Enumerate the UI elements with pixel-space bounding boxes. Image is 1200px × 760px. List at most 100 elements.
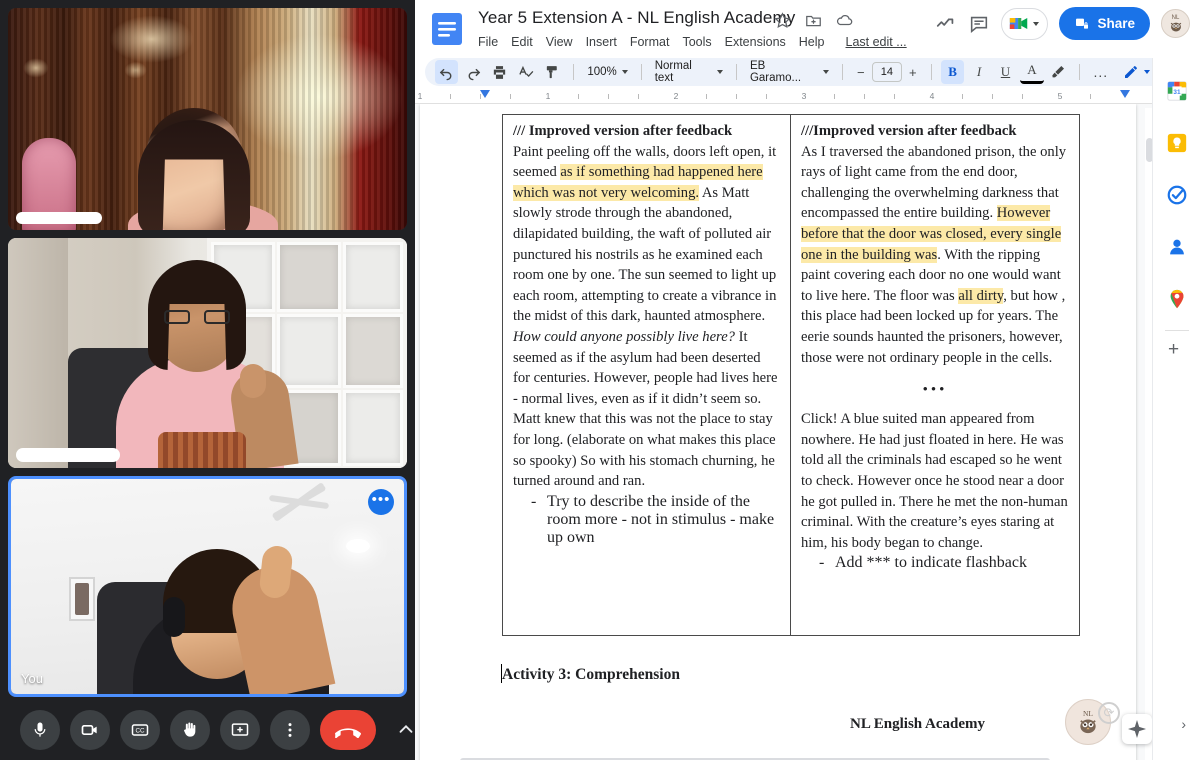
menu-insert[interactable]: Insert — [586, 35, 617, 49]
google-maps-icon[interactable] — [1166, 288, 1188, 310]
paint-format-button[interactable] — [541, 60, 564, 84]
cloud-offline-icon[interactable] — [835, 11, 854, 30]
menu-tools[interactable]: Tools — [682, 35, 711, 49]
font-size-input[interactable]: 14 — [871, 62, 902, 82]
font-family-select[interactable]: EB Garamo... — [746, 60, 833, 84]
toolbar-divider — [1079, 64, 1081, 80]
zoom-select[interactable]: 100% — [583, 66, 631, 78]
menu-view[interactable]: View — [546, 35, 573, 49]
docs-header: Year 5 Extension A - NL English Academy … — [415, 0, 1200, 58]
undo-button[interactable] — [435, 60, 459, 84]
raise-hand-button[interactable] — [170, 710, 210, 750]
share-lock-icon — [1076, 18, 1089, 29]
wall-frame-decor — [69, 577, 95, 621]
increase-font-size-button[interactable]: + — [904, 63, 922, 81]
italic-question: How could anyone possibly live here? — [513, 328, 735, 345]
google-contacts-icon[interactable] — [1166, 236, 1188, 258]
paragraph-style-select[interactable]: Normal text — [651, 60, 727, 84]
share-button[interactable]: Share — [1059, 7, 1150, 40]
toolbar-divider — [930, 64, 932, 80]
menu-file[interactable]: File — [478, 35, 498, 49]
print-button[interactable] — [488, 60, 511, 84]
google-tasks-icon[interactable] — [1166, 184, 1188, 206]
explore-fab-button[interactable] — [1122, 714, 1152, 744]
expand-rail-button[interactable]: › — [1181, 716, 1186, 732]
more-toolbar-options-button[interactable]: ... — [1089, 60, 1112, 84]
text-color-button[interactable]: A — [1020, 60, 1044, 84]
activity-chart-icon[interactable] — [935, 13, 957, 35]
microphone-button[interactable] — [20, 710, 60, 750]
ruler-number: 3 — [801, 91, 807, 101]
google-docs-logo-icon[interactable] — [432, 13, 462, 45]
account-avatar[interactable]: NL — [1161, 9, 1190, 38]
thumbs-up-gesture — [240, 364, 266, 398]
menu-edit[interactable]: Edit — [511, 35, 533, 49]
font-family-value: EB Garamo... — [749, 60, 802, 84]
google-docs-panel: Year 5 Extension A - NL English Academy … — [415, 0, 1200, 760]
bullet-text: Add *** to indicate flashback — [835, 554, 1027, 572]
present-button[interactable] — [220, 710, 260, 750]
highlighted-text: all dirty — [958, 287, 1004, 304]
bold-button[interactable]: B — [940, 60, 965, 84]
expand-controls-button[interactable] — [386, 710, 415, 750]
left-indent-marker[interactable] — [480, 90, 490, 98]
footer-brand-text: NL English Academy — [850, 716, 986, 732]
feedback-table[interactable]: /// Improved version after feedback Pain… — [502, 114, 1080, 636]
owl-logo-icon — [1170, 22, 1181, 32]
bullet-dash: - — [819, 554, 825, 572]
right-bullet-item: - Add *** to indicate flashback — [801, 554, 1069, 572]
document-canvas[interactable]: /// Improved version after feedback Pain… — [415, 104, 1200, 760]
redacted-name-bar — [16, 448, 120, 462]
redacted-name-bar — [16, 212, 102, 224]
star-icon[interactable] — [773, 11, 792, 30]
participant-tile-1[interactable] — [8, 8, 407, 230]
italic-button[interactable]: I — [967, 60, 990, 84]
ruler-number: 1 — [417, 91, 423, 101]
right-indent-marker[interactable] — [1120, 90, 1130, 98]
side-rail: 31 + › — [1152, 58, 1200, 760]
table-cell-left[interactable]: /// Improved version after feedback Pain… — [503, 115, 791, 635]
ruler-number: 2 — [673, 91, 679, 101]
more-options-button[interactable] — [270, 710, 310, 750]
chevron-down-icon — [716, 70, 723, 74]
highlight-color-button[interactable] — [1047, 60, 1070, 84]
formatting-toolbar: 100% Normal text EB Garamo... − 14 + B I — [425, 58, 1190, 86]
font-size-stepper: − 14 + — [852, 62, 922, 82]
google-meet-icon — [1010, 18, 1028, 29]
google-keep-icon[interactable] — [1166, 132, 1188, 154]
document-title-icons — [773, 11, 854, 30]
editing-mode-select[interactable] — [1119, 64, 1154, 80]
add-app-button[interactable]: + — [1168, 340, 1179, 359]
document-page[interactable]: /// Improved version after feedback Pain… — [420, 104, 1136, 760]
google-meet-chip[interactable] — [1001, 7, 1049, 40]
left-bullet-item: - Try to describe the inside of the room… — [513, 493, 780, 547]
leave-call-button[interactable] — [320, 710, 376, 750]
comment-icon[interactable] — [968, 13, 990, 35]
activity-heading: Activity 3: Comprehension — [502, 666, 680, 683]
document-title[interactable]: Year 5 Extension A - NL English Academy — [478, 8, 795, 28]
redo-button[interactable] — [461, 60, 484, 84]
captions-button[interactable]: CC — [120, 710, 160, 750]
decrease-font-size-button[interactable]: − — [852, 63, 870, 81]
badge-initials: NL — [1083, 708, 1093, 718]
google-calendar-icon[interactable]: 31 — [1166, 80, 1188, 102]
last-edit-label[interactable]: Last edit ... — [846, 35, 907, 49]
ceiling-fan-decor — [239, 481, 359, 523]
share-label: Share — [1097, 16, 1135, 31]
document-ruler[interactable]: 1 1 2 3 4 5 — [415, 90, 1200, 104]
move-to-folder-icon[interactable] — [804, 11, 823, 30]
participant-tile-2[interactable] — [8, 238, 407, 468]
underline-button[interactable]: U — [994, 60, 1017, 84]
tile-more-options-button[interactable]: ••• — [368, 489, 394, 515]
table-cell-right[interactable]: ///Improved version after feedback As I … — [791, 115, 1079, 635]
menu-format[interactable]: Format — [630, 35, 670, 49]
ruler-track: 1 1 2 3 4 5 — [417, 90, 1150, 103]
svg-text:CC: CC — [135, 728, 145, 735]
spellcheck-button[interactable] — [514, 60, 537, 84]
menu-extensions[interactable]: Extensions — [725, 35, 786, 49]
svg-text:31: 31 — [1173, 89, 1181, 96]
refresh-icon[interactable]: ⟳ — [1098, 702, 1120, 724]
participant-tile-self[interactable]: ••• You — [8, 476, 407, 697]
camera-button[interactable] — [70, 710, 110, 750]
menu-help[interactable]: Help — [799, 35, 825, 49]
